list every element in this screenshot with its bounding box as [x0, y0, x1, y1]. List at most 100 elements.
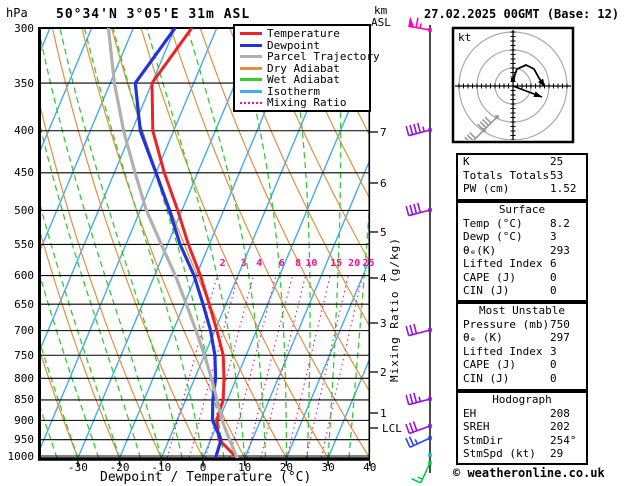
stat-row: StmSpd (kt) 29: [458, 447, 586, 461]
stat-label: EH: [463, 406, 477, 420]
stat-value: 8.2: [550, 216, 570, 230]
stat-label: CIN (J): [463, 284, 510, 297]
mixing-ratio-axis-label: Mixing Ratio (g/kg): [388, 237, 401, 382]
stat-row: PW (cm) 1.52: [458, 182, 586, 196]
pressure-tick-label: 600: [14, 269, 34, 283]
stat-value: 3: [550, 344, 557, 358]
mixing-ratio-tick-label: 6: [278, 258, 285, 269]
stat-row: Dewp (°C) 3: [458, 230, 586, 244]
stat-row: EH 208: [458, 407, 586, 421]
stat-value: 208: [550, 406, 570, 420]
wind-barb: [405, 122, 432, 137]
km-tick-label: 2: [380, 365, 387, 379]
stat-label: Totals Totals: [463, 168, 550, 182]
legend-line-swatch: [240, 101, 262, 104]
stat-label: CIN (J): [463, 371, 510, 385]
stat-label: θₑ (K): [463, 331, 503, 344]
mixing-ratio-tick-label: 2: [219, 258, 226, 269]
stat-label: CAPE (J): [463, 358, 516, 371]
km-tick-label: 1: [380, 406, 387, 420]
stat-label: PW (cm): [463, 182, 510, 195]
pressure-tick-label: 400: [14, 124, 34, 138]
stat-value: 6: [550, 257, 557, 270]
stat-label: CAPE (J): [463, 270, 516, 284]
stat-row: Lifted Index 3: [458, 345, 586, 359]
lcl-label: LCL: [382, 422, 402, 435]
station-title: 50°34'N 3°05'E 31m ASL: [56, 7, 251, 22]
panel-title: Surface: [498, 203, 546, 216]
pressure-tick-label: 300: [14, 21, 34, 35]
hodograph-stats-panel: Hodograph EH 208 SREH 202 StmDir 254° StmSpd (k…: [456, 391, 588, 465]
pressure-tick-label: 850: [14, 393, 34, 407]
stat-label: θₑ(K): [463, 243, 497, 257]
stat-row: Temp (°C) 8.2: [458, 217, 586, 231]
pressure-tick-label: 450: [14, 166, 34, 180]
legend-line-swatch: [240, 78, 262, 82]
indices-panel: K 25 Totals Totals 53 PW (cm) 1.52: [456, 153, 588, 201]
temp-tick-label: 20: [279, 461, 294, 474]
stat-label: StmSpd (kt): [463, 447, 536, 460]
stat-value: 29: [550, 447, 564, 460]
stat-row: CAPE (J) 0: [458, 271, 586, 285]
legend-line-swatch: [240, 43, 262, 47]
stat-label: Pressure (mb): [463, 317, 550, 331]
legend-entry: Mixing Ratio: [235, 97, 369, 109]
mixing-ratio-tick-label: 4: [256, 258, 263, 269]
datetime-label: 27.02.2025 00GMT (Base: 12): [424, 7, 620, 21]
km-tick-label: 6: [380, 176, 387, 190]
pressure-tick-label: 550: [14, 237, 34, 251]
temp-tick-label: 40: [363, 461, 377, 474]
pressure-tick-label: 950: [14, 433, 34, 447]
legend-line-swatch: [240, 89, 262, 93]
km-tick-label: 5: [380, 225, 387, 239]
legend-entry-label: Dry Adiabat: [267, 61, 340, 75]
legend-entry-label: Isotherm: [267, 84, 320, 98]
pressure-tick-label: 750: [14, 348, 34, 362]
panel-title: Hodograph: [492, 393, 552, 406]
pressure-tick-label: 350: [14, 76, 34, 90]
stat-row: Lifted Index 6: [458, 257, 586, 271]
legend-entry: Parcel Trajectory: [235, 51, 380, 63]
stat-value: 0: [550, 284, 557, 297]
stat-value: 3: [550, 230, 557, 243]
wind-barb: [405, 323, 432, 337]
stat-label: Lifted Index: [463, 257, 543, 270]
stat-value: 1.52: [550, 182, 577, 195]
wind-barb: [405, 421, 432, 435]
km-tick-label: 7: [380, 125, 387, 139]
pressure-tick-label: 700: [14, 324, 34, 338]
stat-value: 53: [550, 168, 564, 182]
stat-value: 750: [550, 317, 570, 331]
stat-row: θₑ (K) 297: [458, 331, 586, 345]
stat-row: CAPE (J) 0: [458, 358, 586, 372]
legend-entry-label: Parcel Trajectory: [267, 50, 380, 64]
wind-barb: [428, 453, 432, 457]
legend-entry: Wet Adiabat: [235, 74, 369, 86]
wind-barb: [411, 461, 432, 484]
pressure-tick-label: 800: [14, 371, 34, 385]
stat-row: CIN (J) 0: [458, 284, 586, 298]
stat-row: Pressure (mb) 750: [458, 318, 586, 332]
temp-tick-label: 0: [199, 461, 207, 474]
stat-row: CIN (J) 0: [458, 372, 586, 386]
stat-value: 0: [550, 270, 557, 284]
stat-row: θₑ(K) 293: [458, 244, 586, 258]
pressure-tick-label: 1000: [7, 449, 35, 463]
stat-value: 0: [550, 358, 557, 371]
stat-label: Dewp (°C): [463, 230, 523, 243]
stat-row: Totals Totals 53: [458, 169, 586, 183]
legend-line-swatch: [240, 32, 262, 36]
stat-label: SREH: [463, 420, 490, 433]
pressure-tick-label: 500: [14, 203, 34, 217]
pressure-axis-unit: hPa: [6, 6, 28, 20]
stat-value: 202: [550, 420, 570, 433]
wind-barb: [405, 436, 432, 449]
temp-tick-label: -30: [67, 461, 88, 474]
pressure-tick-label: 900: [14, 413, 34, 427]
hodograph: [451, 26, 575, 144]
legend-entry-label: Dewpoint: [267, 38, 320, 52]
stat-value: 254°: [550, 433, 577, 447]
legend-line-swatch: [240, 66, 262, 70]
skewt-sounding-page: hPa 50°34'N 3°05'E 31m ASL km ASL 27.02.…: [0, 0, 629, 486]
pressure-tick-label: 650: [14, 297, 34, 311]
